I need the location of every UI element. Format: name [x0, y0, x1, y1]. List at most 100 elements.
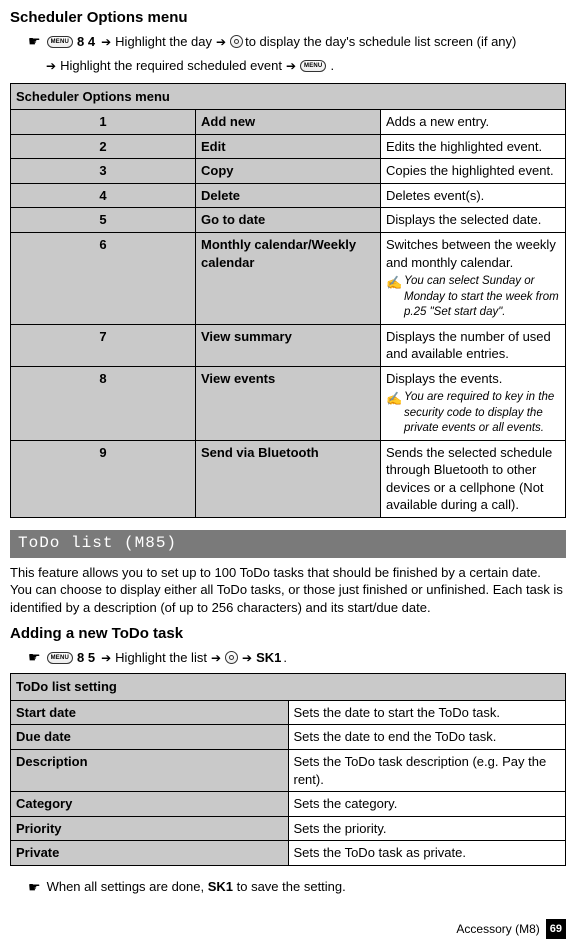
row-description: Displays the events.✍You are required to…	[381, 366, 566, 440]
table-row: Due dateSets the date to end the ToDo ta…	[11, 725, 566, 750]
row-description: Edits the highlighted event.	[381, 134, 566, 159]
row-option: Start date	[11, 700, 289, 725]
row-option: Go to date	[196, 208, 381, 233]
todo-intro-paragraph: This feature allows you to set up to 100…	[10, 564, 566, 617]
ok-key-icon	[230, 35, 243, 48]
row-description: Sets the ToDo task description (e.g. Pay…	[288, 750, 566, 792]
row-number: 3	[11, 159, 196, 184]
instruction-text: Highlight the day	[115, 33, 212, 51]
row-option: Edit	[196, 134, 381, 159]
note-text: You are required to key in the security …	[404, 390, 560, 437]
table-row: PrioritySets the priority.	[11, 816, 566, 841]
pointer-icon: ☛	[28, 878, 45, 897]
row-number: 2	[11, 134, 196, 159]
table-row: DescriptionSets the ToDo task descriptio…	[11, 750, 566, 792]
row-description: Sets the date to start the ToDo task.	[288, 700, 566, 725]
row-option: Category	[11, 792, 289, 817]
arrow-icon: ➔	[99, 34, 113, 50]
row-number: 5	[11, 208, 196, 233]
row-option: Priority	[11, 816, 289, 841]
table-row: 5Go to dateDisplays the selected date.	[11, 208, 566, 233]
row-option: Monthly calendar/Weekly calendar	[196, 232, 381, 324]
table-row: 9Send via BluetoothSends the selected sc…	[11, 440, 566, 517]
todo-setting-table: ToDo list setting Start dateSets the dat…	[10, 673, 566, 865]
period: .	[328, 57, 334, 75]
row-option: Description	[11, 750, 289, 792]
instruction-text: Highlight the list	[115, 649, 207, 667]
row-number: 9	[11, 440, 196, 517]
row-description: Copies the highlighted event.	[381, 159, 566, 184]
note-block: ✍You are required to key in the security…	[386, 390, 560, 437]
arrow-icon: ➔	[214, 34, 228, 50]
table-row: 3CopyCopies the highlighted event.	[11, 159, 566, 184]
menu-key-icon: MENU	[300, 60, 326, 72]
key-sequence: 8 5	[75, 649, 97, 667]
table-row: 8View eventsDisplays the events.✍You are…	[11, 366, 566, 440]
table-row: 4DeleteDeletes event(s).	[11, 183, 566, 208]
scheduler-options-heading: Scheduler Options menu	[10, 8, 566, 28]
row-description: Sends the selected schedule through Blue…	[381, 440, 566, 517]
arrow-icon: ➔	[240, 650, 254, 666]
instruction-text: to display the day's schedule list scree…	[245, 33, 516, 51]
sk1-label: SK1	[208, 879, 233, 894]
pointer-icon: ☛	[28, 32, 45, 51]
table-row: 7View summaryDisplays the number of used…	[11, 324, 566, 366]
menu-key-icon: MENU	[47, 36, 73, 48]
row-option: Send via Bluetooth	[196, 440, 381, 517]
row-description: Sets the ToDo task as private.	[288, 841, 566, 866]
final-note: ☛ When all settings are done, SK1 to sav…	[10, 878, 566, 897]
row-number: 8	[11, 366, 196, 440]
scheduler-options-table: Scheduler Options menu 1Add newAdds a ne…	[10, 83, 566, 518]
row-option: View summary	[196, 324, 381, 366]
arrow-icon: ➔	[44, 58, 58, 74]
page-number: 69	[546, 919, 566, 940]
table-title: Scheduler Options menu	[11, 83, 566, 110]
note-block: ✍You can select Sunday or Monday to star…	[386, 274, 560, 321]
final-note-text: When all settings are done, SK1 to save …	[47, 878, 346, 896]
row-option: Private	[11, 841, 289, 866]
table-row: Start dateSets the date to start the ToD…	[11, 700, 566, 725]
arrow-icon: ➔	[99, 650, 113, 666]
sk1-label: SK1	[256, 649, 281, 667]
row-description: Switches between the weekly and monthly …	[381, 232, 566, 324]
adding-todo-heading: Adding a new ToDo task	[10, 624, 566, 644]
table-title: ToDo list setting	[11, 674, 566, 701]
row-option: View events	[196, 366, 381, 440]
ok-key-icon	[225, 651, 238, 664]
table-row: 1Add newAdds a new entry.	[11, 110, 566, 135]
row-description: Sets the date to end the ToDo task.	[288, 725, 566, 750]
final-note-post: to save the setting.	[233, 879, 346, 894]
arrow-icon: ➔	[209, 650, 223, 666]
table-row: CategorySets the category.	[11, 792, 566, 817]
scheduler-instruction-line2: ➔ Highlight the required scheduled event…	[10, 57, 566, 75]
key-sequence: 8 4	[75, 33, 97, 51]
footer-section: Accessory (M8)	[456, 921, 539, 937]
table-row: 6Monthly calendar/Weekly calendarSwitche…	[11, 232, 566, 324]
row-option: Add new	[196, 110, 381, 135]
row-description: Sets the priority.	[288, 816, 566, 841]
todo-instruction-line: ☛ MENU 8 5 ➔ Highlight the list ➔ ➔ SK1.	[10, 648, 566, 667]
row-description: Displays the selected date.	[381, 208, 566, 233]
row-number: 4	[11, 183, 196, 208]
row-number: 6	[11, 232, 196, 324]
note-text: You can select Sunday or Monday to start…	[404, 274, 560, 321]
row-description: Adds a new entry.	[381, 110, 566, 135]
table-row: PrivateSets the ToDo task as private.	[11, 841, 566, 866]
row-description: Displays the number of used and availabl…	[381, 324, 566, 366]
arrow-icon: ➔	[284, 58, 298, 74]
row-description: Sets the category.	[288, 792, 566, 817]
row-number: 7	[11, 324, 196, 366]
instruction-text: Highlight the required scheduled event	[60, 57, 282, 75]
todo-list-banner: ToDo list (M85)	[10, 530, 566, 558]
row-description: Deletes event(s).	[381, 183, 566, 208]
note-icon: ✍	[386, 274, 398, 321]
row-option: Copy	[196, 159, 381, 184]
final-note-pre: When all settings are done,	[47, 879, 208, 894]
pointer-icon: ☛	[28, 648, 45, 667]
period: .	[283, 649, 287, 667]
row-number: 1	[11, 110, 196, 135]
menu-key-icon: MENU	[47, 652, 73, 664]
table-row: 2EditEdits the highlighted event.	[11, 134, 566, 159]
row-option: Delete	[196, 183, 381, 208]
note-icon: ✍	[386, 390, 398, 437]
